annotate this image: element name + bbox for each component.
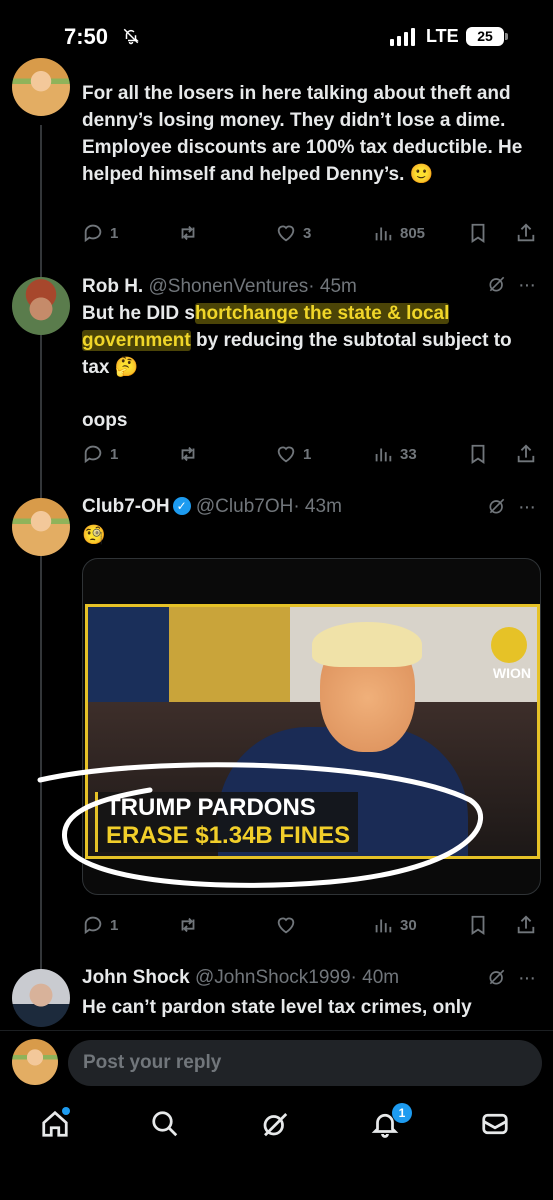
more-icon[interactable]: ··· [518,496,536,519]
views-button[interactable]: 33 [372,443,417,465]
avatar[interactable] [12,277,70,335]
repost-button[interactable] [177,914,199,936]
tweet-time: · 40m [350,967,400,988]
tweet-text-second: oops [82,410,128,431]
grok-icon [263,1113,288,1137]
tweet-text: For all the losers in here talking about… [82,83,523,185]
repost-icon [181,917,195,933]
repost-button[interactable] [177,443,199,465]
bookmark-button[interactable] [467,914,489,936]
highlighted-text: government [82,330,191,351]
grok-icon[interactable] [487,496,507,521]
like-button[interactable]: 3 [275,222,311,244]
avatar[interactable] [12,1039,58,1085]
reply-icon [84,224,102,243]
repost-icon [181,225,195,241]
bookmark-button[interactable] [467,443,489,465]
repost-icon [181,446,195,462]
share-icon [517,223,535,242]
avatar[interactable] [12,498,70,556]
share-icon [517,915,535,934]
tweet-actions: 1 30 [82,914,537,938]
author-handle[interactable]: @JohnShock1999 [195,967,351,988]
tweet-time: · 43m [293,496,342,517]
verified-badge-icon: ✓ [172,497,191,515]
tweet-time: · 45m [308,276,357,297]
author-handle[interactable]: @ShonenVentures [149,276,309,297]
nav-search[interactable] [150,1109,184,1143]
tweet-header: Club7-OH ✓ @Club7OH· 43m [82,496,342,518]
share-button[interactable] [515,222,537,244]
tweet-header: John Shock @JohnShock1999· 40m [82,967,399,989]
tweet-actions: 1 3 805 [82,222,537,246]
avatar[interactable] [12,969,70,1027]
bottom-nav: 1 [0,1092,553,1200]
bookmark-icon [471,915,485,935]
nav-home[interactable] [40,1107,74,1143]
tweet-text: But he DID shortchange the state & local… [82,303,512,378]
reply-icon [84,445,102,464]
like-icon [277,446,295,463]
highlighted-text: hortchange the state & local [194,303,450,324]
avatar[interactable] [12,58,70,116]
views-button[interactable]: 805 [372,222,425,244]
status-time: 7:50 [64,24,109,49]
search-icon [152,1111,178,1137]
author-handle[interactable]: @Club7OH [196,496,293,517]
bell-slash-icon [122,27,140,50]
unread-dot [62,1107,70,1115]
nav-messages[interactable] [480,1109,514,1143]
battery-icon: 25 [466,27,508,46]
like-button[interactable]: 1 [275,443,311,465]
more-icon[interactable]: ··· [518,274,536,297]
messages-icon [482,1113,508,1135]
reply-input[interactable]: Post your reply [68,1040,542,1086]
notification-badge: 1 [392,1103,412,1123]
author-name[interactable]: Club7-OH [82,496,170,517]
tweet-actions: 1 1 33 [82,443,537,467]
wion-logo-icon [491,627,527,663]
more-icon[interactable]: ··· [518,967,536,990]
reply-bar: Post your reply [0,1030,553,1092]
news-image[interactable]: WION TRUMP PARDONS ERASE $1.34B FINES [85,604,540,859]
views-icon [375,227,392,241]
status-bar: 7:50 LTE 25 [0,0,553,70]
share-icon [517,444,535,463]
reply-icon [84,916,102,935]
signal-icon [390,28,415,46]
like-icon [277,225,295,242]
share-button[interactable] [515,443,537,465]
reply-button[interactable]: 1 [82,443,118,465]
share-button[interactable] [515,914,537,936]
views-icon [375,919,392,933]
nav-grok[interactable] [260,1109,294,1143]
reply-button[interactable]: 1 [82,914,118,936]
media-card[interactable]: WION TRUMP PARDONS ERASE $1.34B FINES [82,558,541,895]
like-icon [277,917,295,934]
bookmark-icon [471,444,485,464]
bookmark-button[interactable] [467,222,489,244]
grok-icon[interactable] [487,967,507,992]
media-brand: WION [492,665,531,681]
author-name[interactable]: John Shock [82,967,190,988]
media-caption: TRUMP PARDONS ERASE $1.34B FINES [95,792,359,852]
views-button[interactable]: 30 [372,914,417,936]
author-name[interactable]: Rob H. [82,276,143,297]
grok-icon[interactable] [487,274,507,299]
bookmark-icon [471,223,485,243]
reply-button[interactable]: 1 [82,222,118,244]
tweet-header: Rob H. @ShonenVentures· 45m [82,276,357,298]
repost-button[interactable] [177,222,199,244]
views-icon [375,448,392,462]
like-button[interactable] [275,914,297,936]
network-label: LTE [426,26,459,46]
tweet-text: 🧐 [82,525,106,546]
nav-notifications[interactable]: 1 [370,1103,412,1143]
tweet-text: He can’t pardon state level tax crimes, … [82,997,472,1018]
